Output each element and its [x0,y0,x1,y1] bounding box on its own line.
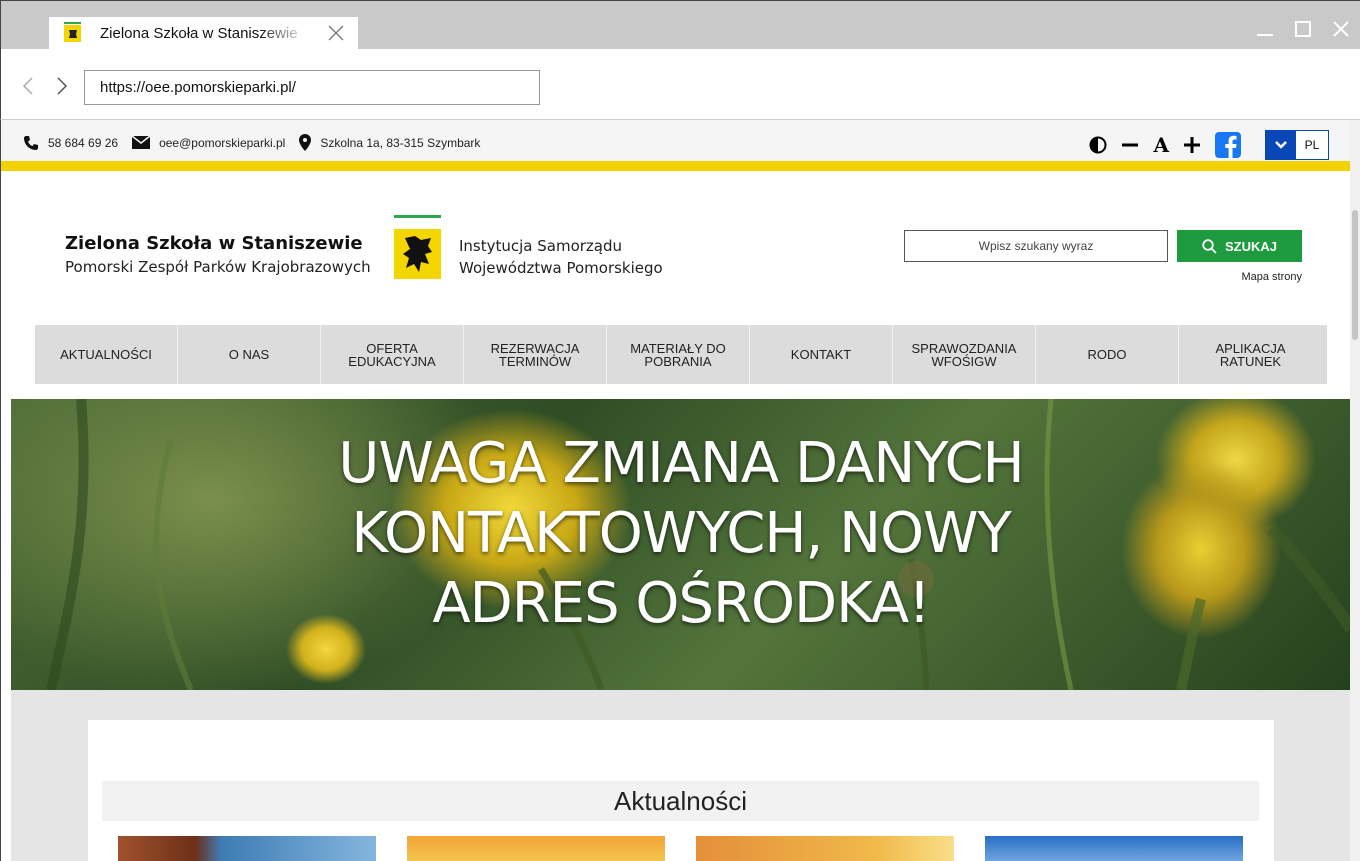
news-thumbnail[interactable] [118,836,376,861]
map-pin-icon [299,134,312,151]
page-viewport: 58 684 69 26 oee@pomorskieparki.pl Szkol… [0,120,1360,861]
scrollbar-thumb[interactable] [1352,210,1358,340]
facebook-icon[interactable] [1215,131,1241,159]
language-code: PL [1296,131,1328,159]
news-thumbnail[interactable] [985,836,1243,861]
news-thumbnail[interactable] [696,836,954,861]
font-increase-icon[interactable] [1183,131,1201,159]
window-controls [1246,15,1360,43]
brand-title: Zielona Szkoła w Staniszewie [65,233,363,254]
chevron-down-icon [1266,131,1296,159]
search-button[interactable]: SZUKAJ [1177,230,1302,262]
envelope-icon [132,136,151,149]
pomorskie-emblem [394,215,441,280]
site-header: Zielona Szkoła w Staniszewie Pomorski Ze… [1,181,1351,325]
language-select[interactable]: PL [1265,130,1329,160]
griffin-icon [394,229,441,279]
sitemap-link[interactable]: Mapa strony [1241,271,1302,283]
accessibility-tools: A PL [1075,130,1329,160]
close-tab-icon[interactable] [326,23,346,43]
site-favicon-icon [64,22,81,42]
minimize-icon[interactable] [1246,15,1284,43]
menu-item-materialy-do-pobrania[interactable]: MATERIAŁY DO POBRANIA [607,325,750,384]
hero-line-2: KONTAKTOWYCH, NOWY [351,501,1011,566]
browser-tab-bar: Zielona Szkoła w Staniszewie [0,0,1360,50]
contact-bar: 58 684 69 26 oee@pomorskieparki.pl Szkol… [1,120,1351,171]
browser-address-bar: https://oee.pomorskieparki.pl/ [0,49,1360,120]
search-icon [1202,238,1217,254]
email-contact[interactable]: oee@pomorskieparki.pl [132,136,285,150]
menu-item-rezerwacja-terminow[interactable]: REZERWACJA TERMINÓW [464,325,607,384]
phone-contact[interactable]: 58 684 69 26 [23,135,118,151]
menu-item-oferta-edukacyjna[interactable]: OFERTA EDUKACYJNA [321,325,464,384]
font-decrease-icon[interactable] [1121,131,1139,159]
forward-arrow-icon[interactable] [55,77,69,95]
hero-headline: UWAGA ZMIANA DANYCH KONTAKTOWYCH, NOWY A… [11,429,1351,639]
page-scrollbar[interactable] [1350,120,1360,861]
hero-banner[interactable]: UWAGA ZMIANA DANYCH KONTAKTOWYCH, NOWY A… [11,399,1351,690]
address-contact: Szkolna 1a, 83-315 Szymbark [299,134,480,151]
font-normal-button[interactable]: A [1153,131,1169,159]
browser-tab[interactable]: Zielona Szkoła w Staniszewie [49,17,358,50]
institution-line-2: Województwa Pomorskiego [459,259,663,277]
menu-item-aplikacja-ratunek[interactable]: APLIKACJA RATUNEK [1179,325,1322,384]
menu-item-o-nas[interactable]: O NAS [178,325,321,384]
contact-info: 58 684 69 26 oee@pomorskieparki.pl Szkol… [23,134,494,151]
email-address: oee@pomorskieparki.pl [159,135,286,150]
tab-title: Zielona Szkoła w Staniszewie [100,25,298,42]
close-window-icon[interactable] [1322,15,1360,43]
contrast-icon[interactable] [1089,131,1107,159]
url-input[interactable]: https://oee.pomorskieparki.pl/ [84,70,540,105]
news-thumbnail[interactable] [407,836,665,861]
menu-item-sprawozdania-wfosigw[interactable]: SPRAWOZDANIA WFOŚIGW [893,325,1036,384]
menu-item-aktualnosci[interactable]: AKTUALNOŚCI [35,325,178,384]
back-arrow-icon[interactable] [21,77,35,95]
news-heading: Aktualności [102,781,1259,821]
search-button-label: SZUKAJ [1224,238,1277,254]
maximize-icon[interactable] [1284,15,1322,43]
hero-line-1: UWAGA ZMIANA DANYCH [338,431,1024,496]
institution-text: Instytucja Samorządu Województwa Pomorsk… [459,235,663,279]
menu-item-kontakt[interactable]: KONTAKT [750,325,893,384]
site-brand[interactable]: Zielona Szkoła w Staniszewie Pomorski Ze… [65,233,371,276]
phone-number: 58 684 69 26 [48,135,119,150]
main-menu: AKTUALNOŚCI O NAS OFERTA EDUKACYJNA REZE… [35,325,1327,384]
menu-item-rodo[interactable]: RODO [1036,325,1179,384]
phone-icon [24,135,38,150]
search-input[interactable]: Wpisz szukany wyraz [904,230,1168,262]
institution-line-1: Instytucja Samorządu [459,237,623,255]
hero-line-3: ADRES OŚRODKA! [432,571,930,636]
street-address: Szkolna 1a, 83-315 Szymbark [320,135,481,150]
brand-subtitle: Pomorski Zespół Parków Krajobrazowych [65,258,371,276]
